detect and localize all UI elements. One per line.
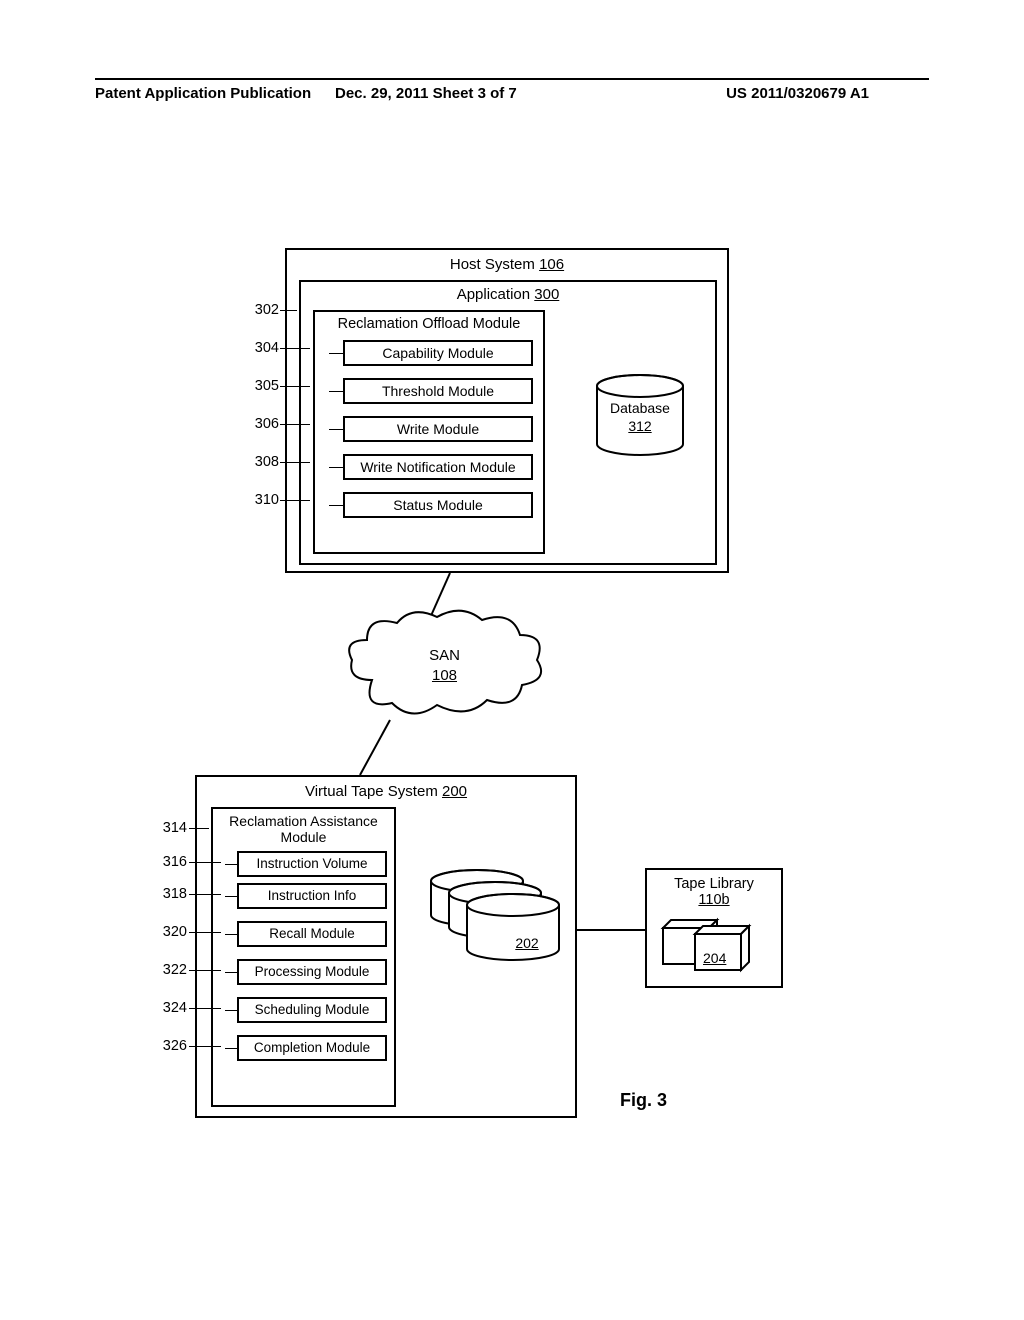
tick-324 bbox=[225, 1010, 239, 1011]
ref-308: 308 bbox=[244, 454, 279, 470]
threshold-module: Threshold Module bbox=[343, 378, 533, 404]
app-title-ref: 300 bbox=[534, 286, 559, 303]
tick-305 bbox=[329, 391, 343, 392]
application-title: Application 300 bbox=[301, 286, 715, 303]
vt-title-ref: 200 bbox=[442, 783, 467, 800]
status-module: Status Module bbox=[343, 492, 533, 518]
ref-322: 322 bbox=[152, 962, 187, 978]
ref-310: 310 bbox=[244, 492, 279, 508]
ref-324: 324 bbox=[152, 1000, 187, 1016]
tape-library-label: Tape Library bbox=[647, 876, 781, 892]
tick-308-outer bbox=[280, 462, 310, 463]
processing-module: Processing Module bbox=[237, 959, 387, 985]
tick-316-outer bbox=[189, 862, 221, 863]
ref-314: 314 bbox=[152, 820, 187, 836]
host-system-title: Host System 106 bbox=[287, 256, 727, 273]
recall-module: Recall Module bbox=[237, 921, 387, 947]
tick-304 bbox=[329, 353, 343, 354]
ref-326: 326 bbox=[152, 1038, 187, 1054]
tick-324-outer bbox=[189, 1008, 221, 1009]
tick-308 bbox=[329, 467, 343, 468]
write-notification-module: Write Notification Module bbox=[343, 454, 533, 480]
capability-module: Capability Module bbox=[343, 340, 533, 366]
tick-306 bbox=[329, 429, 343, 430]
tick-326-outer bbox=[189, 1046, 221, 1047]
reclamation-offload-title: Reclamation Offload Module bbox=[315, 316, 543, 332]
tick-306-outer bbox=[280, 424, 310, 425]
tick-316 bbox=[225, 864, 239, 865]
host-title-ref: 106 bbox=[539, 256, 564, 273]
tape-library-box: Tape Library 110b 204 bbox=[645, 868, 783, 988]
disk-stack: 202 bbox=[427, 867, 567, 987]
tick-310-outer bbox=[280, 500, 310, 501]
tick-318 bbox=[225, 896, 239, 897]
tick-318-outer bbox=[189, 894, 221, 895]
app-title-text: Application bbox=[457, 286, 530, 303]
tick-314-outer bbox=[189, 828, 209, 829]
instruction-volume: Instruction Volume bbox=[237, 851, 387, 877]
database-label: Database bbox=[595, 400, 685, 416]
tape-library-ref: 110b bbox=[647, 892, 781, 908]
reclamation-assistance-module-box: Reclamation Assistance Module Instructio… bbox=[211, 807, 396, 1107]
ref-306: 306 bbox=[244, 416, 279, 432]
ref-305: 305 bbox=[244, 378, 279, 394]
completion-module: Completion Module bbox=[237, 1035, 387, 1061]
tape-cartridge-ref: 204 bbox=[703, 950, 726, 966]
tick-320-outer bbox=[189, 932, 221, 933]
tick-304-outer bbox=[280, 348, 310, 349]
write-module: Write Module bbox=[343, 416, 533, 442]
figure-label: Fig. 3 bbox=[620, 1090, 667, 1111]
san-ref: 108 bbox=[342, 667, 547, 684]
vt-title-text: Virtual Tape System bbox=[305, 783, 438, 800]
scheduling-module: Scheduling Module bbox=[237, 997, 387, 1023]
tick-326 bbox=[225, 1048, 239, 1049]
ref-316: 316 bbox=[152, 854, 187, 870]
tick-320 bbox=[225, 934, 239, 935]
host-title-text: Host System bbox=[450, 256, 535, 273]
tick-305-outer bbox=[280, 386, 310, 387]
application-box: Application 300 Reclamation Offload Modu… bbox=[299, 280, 717, 565]
cloud-icon bbox=[342, 605, 547, 725]
ref-318: 318 bbox=[152, 886, 187, 902]
virtual-tape-title: Virtual Tape System 200 bbox=[197, 783, 575, 800]
tick-310 bbox=[329, 505, 343, 506]
database-cylinder: Database 312 bbox=[595, 374, 685, 454]
reclamation-offload-module-box: Reclamation Offload Module Capability Mo… bbox=[313, 310, 545, 554]
tick-322 bbox=[225, 972, 239, 973]
disk-stack-icon bbox=[427, 867, 567, 987]
ref-304: 304 bbox=[244, 340, 279, 356]
host-system-box: Host System 106 Application 300 Reclamat… bbox=[285, 248, 729, 573]
san-cloud: SAN 108 bbox=[342, 605, 547, 725]
ref-302: 302 bbox=[244, 302, 279, 318]
tick-302-outer bbox=[280, 310, 297, 311]
reclamation-assistance-title: Reclamation Assistance Module bbox=[213, 813, 394, 845]
instruction-info: Instruction Info bbox=[237, 883, 387, 909]
ref-320: 320 bbox=[152, 924, 187, 940]
database-ref: 312 bbox=[595, 418, 685, 434]
tick-322-outer bbox=[189, 970, 221, 971]
disk-stack-ref: 202 bbox=[457, 935, 597, 951]
san-label: SAN bbox=[342, 647, 547, 664]
virtual-tape-system-box: Virtual Tape System 200 Reclamation Assi… bbox=[195, 775, 577, 1118]
diagram-canvas: Host System 106 Application 300 Reclamat… bbox=[0, 0, 1024, 1320]
